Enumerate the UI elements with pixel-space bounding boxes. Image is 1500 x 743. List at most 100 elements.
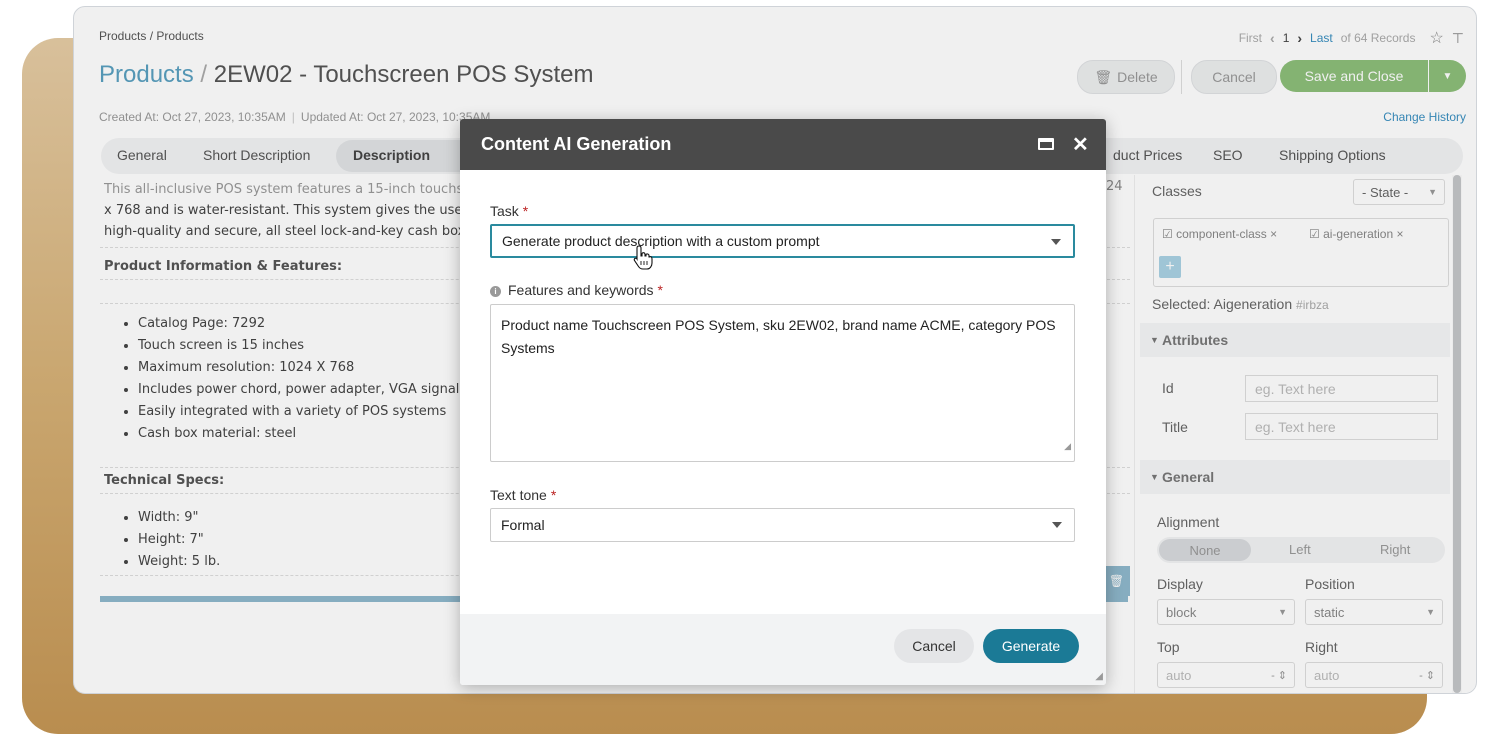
class-chip[interactable]: ☑ component-class × bbox=[1162, 227, 1277, 241]
align-left-option[interactable]: Left bbox=[1289, 542, 1311, 557]
chevron-left-icon[interactable]: ‹ bbox=[1270, 30, 1275, 46]
attributes-section-header[interactable]: ▼ Attributes bbox=[1140, 323, 1450, 357]
position-select[interactable]: static ▼ bbox=[1305, 599, 1443, 625]
pager-last-link[interactable]: Last bbox=[1310, 31, 1333, 45]
close-icon[interactable]: ✕ bbox=[1072, 132, 1089, 157]
general-title: General bbox=[1162, 469, 1215, 485]
delete-button[interactable]: 🗑 Delete bbox=[1077, 60, 1175, 94]
page-title: Products / 2EW02 - Touchscreen POS Syste… bbox=[99, 61, 593, 89]
classes-label: Classes bbox=[1152, 183, 1202, 199]
right-input-value: auto bbox=[1314, 667, 1340, 683]
caret-down-icon: ▼ bbox=[1150, 335, 1159, 345]
tab-product-prices[interactable]: duct Prices bbox=[1113, 147, 1182, 163]
list-item: Cash box material: steel bbox=[138, 423, 459, 445]
selected-value: Aigeneration bbox=[1213, 296, 1293, 312]
class-chip[interactable]: ☑ ai-generation × bbox=[1309, 227, 1404, 241]
selected-id: #irbza bbox=[1296, 298, 1329, 312]
required-marker: * bbox=[522, 203, 529, 219]
panel-scrollbar-thumb[interactable] bbox=[1453, 175, 1461, 693]
required-marker: * bbox=[657, 282, 663, 298]
selected-info: Selected: Aigeneration #irbza bbox=[1152, 296, 1329, 312]
tone-select[interactable]: Formal bbox=[490, 508, 1075, 542]
save-and-close-button[interactable]: Save and Close bbox=[1280, 60, 1428, 92]
modal-cancel-button[interactable]: Cancel bbox=[894, 629, 974, 663]
cancel-button[interactable]: Cancel bbox=[1191, 60, 1277, 94]
title-input[interactable]: eg. Text here bbox=[1245, 413, 1438, 440]
selected-label: Selected: bbox=[1152, 296, 1211, 312]
display-select[interactable]: block ▼ bbox=[1157, 599, 1295, 625]
stepper-icon[interactable]: - ⇕ bbox=[1271, 669, 1287, 682]
title-label: Title bbox=[1162, 419, 1188, 435]
created-at: Created At: Oct 27, 2023, 10:35AM bbox=[99, 110, 286, 124]
pager-first-link[interactable]: First bbox=[1239, 31, 1262, 45]
general-section-header[interactable]: ▼ General bbox=[1140, 460, 1450, 494]
plus-icon: + bbox=[1165, 258, 1175, 275]
task-label-text: Task bbox=[490, 203, 519, 219]
side-number: 24 bbox=[1106, 179, 1123, 194]
pin-icon[interactable]: ⊤ bbox=[1452, 30, 1464, 47]
tab-general[interactable]: General bbox=[117, 147, 167, 163]
info-icon: i bbox=[490, 286, 501, 297]
list-item: Easily integrated with a variety of POS … bbox=[138, 401, 459, 423]
tone-label: Text tone * bbox=[490, 487, 556, 503]
record-timestamps: Created At: Oct 27, 2023, 10:35AM | Update… bbox=[99, 110, 490, 124]
record-pager: First ‹ 1 › Last of 64 Records ☆ ⊤ bbox=[1239, 28, 1464, 48]
tab-seo[interactable]: SEO bbox=[1213, 147, 1243, 163]
features-list: Catalog Page: 7292 Touch screen is 15 in… bbox=[114, 313, 459, 445]
title-products-link[interactable]: Products bbox=[99, 61, 194, 88]
caret-down-icon bbox=[1051, 239, 1061, 245]
close-icon[interactable]: × bbox=[1397, 227, 1404, 241]
display-select-value: block bbox=[1166, 604, 1197, 620]
stepper-icon[interactable]: - ⇕ bbox=[1419, 669, 1435, 682]
specs-list: Width: 9" Height: 7" Weight: 5 lb. bbox=[114, 507, 220, 573]
maximize-icon[interactable] bbox=[1038, 138, 1054, 150]
block-trash-icon[interactable]: 🗑 bbox=[1103, 566, 1130, 596]
modal-footer: Cancel Generate ◢ bbox=[460, 614, 1106, 685]
resize-grip-icon[interactable]: ◢ bbox=[1064, 435, 1071, 458]
list-item: Touch screen is 15 inches bbox=[138, 335, 459, 357]
tab-short-description[interactable]: Short Description bbox=[203, 147, 310, 163]
modal-resize-grip-icon[interactable]: ◢ bbox=[1095, 671, 1103, 682]
chip-label: ai-generation bbox=[1323, 227, 1394, 241]
alignment-label: Alignment bbox=[1157, 514, 1220, 530]
title-separator: / bbox=[193, 61, 214, 88]
modal-header: Content AI Generation ✕ bbox=[460, 119, 1106, 170]
title-record-name: 2EW02 - Touchscreen POS System bbox=[213, 61, 594, 88]
star-icon[interactable]: ☆ bbox=[1429, 28, 1443, 48]
add-class-button[interactable]: + bbox=[1159, 256, 1181, 278]
tone-select-value: Formal bbox=[501, 517, 545, 533]
delete-label: Delete bbox=[1117, 69, 1158, 85]
id-input[interactable]: eg. Text here bbox=[1245, 375, 1438, 402]
keywords-label-text: Features and keywords bbox=[508, 282, 654, 298]
list-item: Weight: 5 lb. bbox=[138, 551, 220, 573]
keywords-textarea[interactable]: Product name Touchscreen POS System, sku… bbox=[490, 304, 1075, 462]
alignment-radio-group: None Left Right bbox=[1157, 537, 1445, 563]
change-history-link[interactable]: Change History bbox=[1383, 110, 1466, 124]
caret-down-icon: ▼ bbox=[1150, 472, 1159, 482]
right-input[interactable]: auto - ⇕ bbox=[1305, 662, 1443, 688]
attributes-title: Attributes bbox=[1162, 332, 1229, 348]
caret-down-icon: ▼ bbox=[1278, 607, 1287, 617]
tone-label-text: Text tone bbox=[490, 487, 547, 503]
chevron-right-icon[interactable]: › bbox=[1297, 30, 1302, 46]
display-label: Display bbox=[1157, 576, 1203, 592]
breadcrumb[interactable]: Products / Products bbox=[99, 29, 204, 43]
trash-icon: 🗑 bbox=[1094, 68, 1113, 85]
align-right-option[interactable]: Right bbox=[1380, 542, 1410, 557]
hand-cursor-icon bbox=[633, 245, 653, 270]
list-item: Maximum resolution: 1024 X 768 bbox=[138, 357, 459, 379]
list-item: Catalog Page: 7292 bbox=[138, 313, 459, 335]
align-none-option[interactable]: None bbox=[1159, 539, 1251, 561]
tab-description[interactable]: Description bbox=[353, 147, 430, 163]
style-manager-panel: Classes - State - ▼ ☑ component-class × ☑… bbox=[1134, 175, 1475, 693]
classes-box: ☑ component-class × ☑ ai-generation × + bbox=[1153, 218, 1449, 287]
toolbar-divider bbox=[1181, 60, 1182, 94]
top-input[interactable]: auto - ⇕ bbox=[1157, 662, 1295, 688]
save-options-dropdown[interactable]: ▼ bbox=[1429, 60, 1466, 92]
generate-button[interactable]: Generate bbox=[983, 629, 1079, 663]
state-select[interactable]: - State - ▼ bbox=[1353, 179, 1445, 205]
close-icon[interactable]: × bbox=[1270, 227, 1277, 241]
task-select[interactable]: Generate product description with a cust… bbox=[490, 224, 1075, 258]
chip-label: component-class bbox=[1176, 227, 1267, 241]
tab-shipping-options[interactable]: Shipping Options bbox=[1279, 147, 1386, 163]
